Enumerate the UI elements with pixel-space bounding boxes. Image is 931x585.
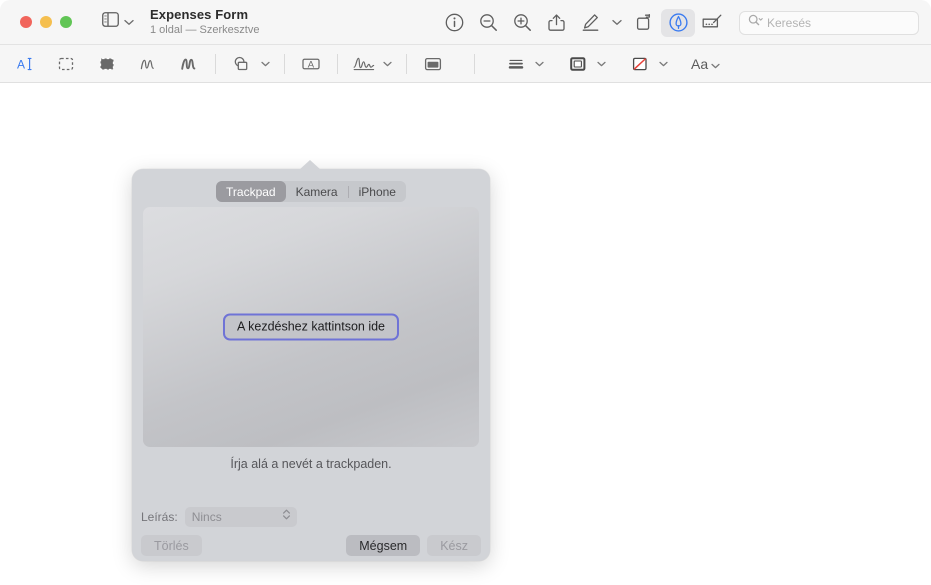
- chevron-down-icon[interactable]: [257, 51, 273, 77]
- svg-text:A: A: [308, 59, 315, 70]
- shapes-icon[interactable]: [227, 51, 257, 77]
- chevron-down-icon: [711, 56, 720, 72]
- cancel-button[interactable]: Mégsem: [346, 535, 420, 556]
- note-icon[interactable]: [418, 51, 448, 77]
- markup-toolbar: A: [0, 45, 931, 83]
- signature-source-tabs: Trackpad Kamera iPhone: [216, 181, 406, 202]
- rotate-icon[interactable]: [627, 9, 661, 37]
- shape-style-icon[interactable]: [501, 51, 531, 77]
- chevron-down-icon[interactable]: [607, 9, 627, 37]
- chevron-down-icon[interactable]: [531, 51, 547, 77]
- share-icon[interactable]: [539, 9, 573, 37]
- zoom-button[interactable]: [60, 16, 72, 28]
- font-style-icon[interactable]: Aa: [687, 56, 724, 72]
- updown-chevron-icon: [282, 508, 291, 526]
- tab-trackpad[interactable]: Trackpad: [216, 181, 286, 202]
- tab-camera[interactable]: Kamera: [286, 181, 348, 202]
- signature-icon[interactable]: [349, 51, 379, 77]
- annotate-icon[interactable]: [661, 9, 695, 37]
- start-hint-button[interactable]: A kezdéshez kattintson ide: [223, 314, 399, 341]
- font-style-label: Aa: [691, 56, 708, 72]
- titlebar: Expenses Form 1 oldal — Szerkesztve: [0, 0, 931, 45]
- clear-button[interactable]: Törlés: [141, 535, 202, 556]
- border-color-icon[interactable]: [563, 51, 593, 77]
- minimize-button[interactable]: [40, 16, 52, 28]
- search-icon: [748, 14, 763, 32]
- tab-iphone[interactable]: iPhone: [349, 181, 406, 202]
- page-title: Expenses Form: [150, 7, 259, 23]
- sketch-icon[interactable]: [133, 51, 163, 77]
- info-icon[interactable]: [437, 9, 471, 37]
- chevron-down-icon[interactable]: [593, 51, 609, 77]
- close-button[interactable]: [20, 16, 32, 28]
- chevron-down-icon: [124, 13, 134, 31]
- popover-buttons: Törlés Mégsem Kész: [141, 535, 481, 556]
- signature-pad-icon[interactable]: [695, 9, 729, 37]
- fill-color-icon[interactable]: [625, 51, 655, 77]
- chevron-down-icon[interactable]: [655, 51, 671, 77]
- search-input[interactable]: Keresés: [739, 11, 919, 35]
- description-value: Nincs: [192, 510, 222, 524]
- zoom-out-icon[interactable]: [471, 9, 505, 37]
- signature-capture-popover: Trackpad Kamera iPhone A kezdéshez katti…: [132, 169, 490, 561]
- description-row: Leírás: Nincs: [141, 507, 297, 527]
- zoom-in-icon[interactable]: [505, 9, 539, 37]
- text-selection-icon[interactable]: A: [10, 51, 40, 77]
- markup-pen-icon[interactable]: [573, 9, 607, 37]
- rectangular-selection-icon[interactable]: [51, 51, 81, 77]
- sidebar-icon: [102, 12, 119, 32]
- sidebar-toggle[interactable]: [102, 12, 134, 32]
- description-label: Leírás:: [141, 510, 178, 524]
- titlebar-toolbar: Keresés: [437, 0, 919, 45]
- instant-alpha-icon[interactable]: [92, 51, 122, 77]
- search-placeholder: Keresés: [767, 16, 811, 30]
- svg-text:A: A: [17, 57, 25, 71]
- description-popup-button[interactable]: Nincs: [185, 507, 297, 527]
- done-button[interactable]: Kész: [427, 535, 481, 556]
- document-subtitle: 1 oldal — Szerkesztve: [150, 24, 259, 38]
- document-canvas[interactable]: Trackpad Kamera iPhone A kezdéshez katti…: [0, 83, 931, 585]
- document-title-block: Expenses Form 1 oldal — Szerkesztve: [150, 7, 259, 38]
- chevron-down-icon[interactable]: [379, 51, 395, 77]
- draw-icon[interactable]: [174, 51, 204, 77]
- trackpad-signature-surface[interactable]: A kezdéshez kattintson ide: [143, 207, 479, 447]
- text-box-icon[interactable]: A: [296, 51, 326, 77]
- popover-arrow: [299, 160, 321, 170]
- instruction-text: Írja alá a nevét a trackpaden.: [132, 457, 490, 471]
- window-controls: [0, 16, 72, 28]
- preview-window: Expenses Form 1 oldal — Szerkesztve: [0, 0, 931, 585]
